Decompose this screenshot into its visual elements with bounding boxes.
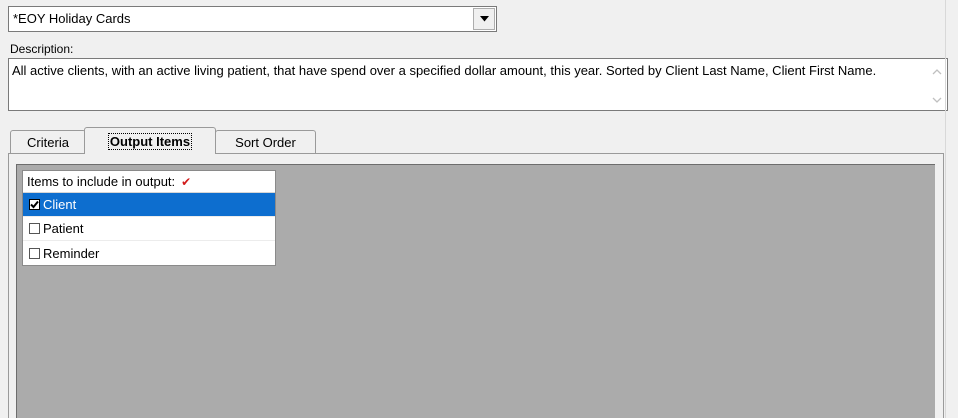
- dropdown-button[interactable]: [473, 8, 495, 30]
- description-scrollbar[interactable]: [929, 63, 945, 107]
- tab-sort-order[interactable]: Sort Order: [215, 130, 316, 153]
- client-checkbox[interactable]: [29, 199, 40, 210]
- scroll-down-icon[interactable]: [932, 92, 942, 107]
- description-text: All active clients, with an active livin…: [12, 63, 877, 78]
- description-textbox[interactable]: All active clients, with an active livin…: [8, 58, 948, 111]
- list-header: Items to include in output: ✔: [23, 171, 275, 193]
- list-item-reminder[interactable]: Reminder: [23, 241, 275, 265]
- report-select[interactable]: *EOY Holiday Cards: [8, 6, 497, 32]
- reminder-checkbox[interactable]: [29, 247, 40, 259]
- list-header-label: Items to include in output:: [27, 174, 176, 189]
- list-item-client[interactable]: Client: [23, 193, 275, 217]
- tab-criteria[interactable]: Criteria: [10, 130, 86, 153]
- tab-sort-order-label: Sort Order: [235, 134, 296, 150]
- scroll-up-icon[interactable]: [932, 63, 942, 78]
- list-item-patient[interactable]: Patient: [23, 217, 275, 241]
- tab-output-items[interactable]: Output Items: [84, 127, 216, 154]
- tab-output-items-label: Output Items: [107, 132, 193, 150]
- window-divider: [945, 0, 946, 418]
- description-label: Description:: [10, 42, 74, 56]
- output-items-list[interactable]: Items to include in output: ✔ Client Pati…: [22, 170, 276, 266]
- chevron-down-icon: [479, 16, 489, 22]
- list-item-label: Reminder: [43, 245, 100, 261]
- tab-criteria-label: Criteria: [27, 134, 69, 150]
- report-select-value: *EOY Holiday Cards: [13, 11, 131, 26]
- patient-checkbox[interactable]: [29, 223, 40, 234]
- list-item-label: Client: [43, 197, 77, 212]
- checkmark-icon: ✔: [181, 175, 192, 189]
- list-item-label: Patient: [43, 221, 84, 236]
